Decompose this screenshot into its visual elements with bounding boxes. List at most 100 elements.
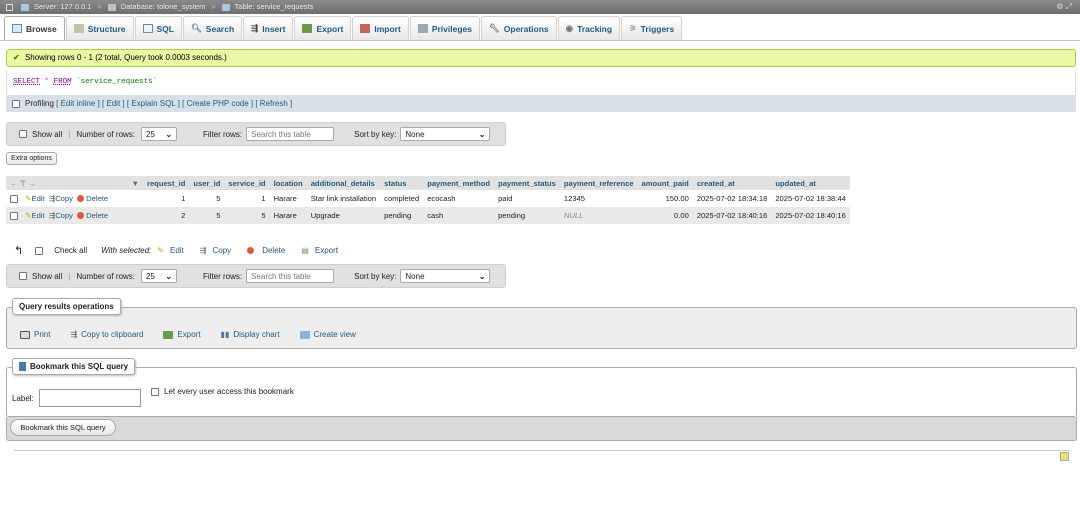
column-header[interactable]: payment_method [423, 176, 495, 190]
filter-input[interactable]: Search this table [246, 269, 335, 283]
column-header[interactable]: status [380, 176, 424, 190]
column-arrows[interactable]: ← ⊤ → ▼ [6, 176, 143, 190]
copy-clipboard-button[interactable]: ⇶ Copy to clipboard [70, 330, 143, 339]
create-view-button[interactable]: Create view [299, 330, 356, 339]
tab-browse[interactable]: Browse [4, 16, 65, 40]
check-all-label[interactable]: Check all [54, 246, 87, 255]
tab-export[interactable]: Export [294, 16, 352, 40]
copy-selected-button[interactable]: Copy [213, 246, 232, 255]
tab-triggers[interactable]: ⚞ Triggers [621, 16, 683, 40]
edit-selected-button[interactable]: Edit [170, 246, 184, 255]
cell[interactable]: Star link installation [306, 190, 381, 207]
row-checkbox[interactable] [10, 212, 18, 220]
cell[interactable]: Upgrade [306, 207, 381, 224]
tab-import[interactable]: Import [352, 16, 409, 40]
print-button[interactable]: Print [20, 330, 50, 339]
cell[interactable]: 12345 [559, 190, 638, 207]
profiling-checkbox[interactable] [12, 99, 20, 108]
cell[interactable]: cash [423, 207, 495, 224]
breadcrumb-server[interactable]: Server: 127.0.0.1 [34, 0, 92, 14]
cell[interactable]: pending [494, 207, 560, 224]
nav-row-top: Show all | Number of rows: 25 ⌄ Filter ro… [6, 122, 506, 146]
bookmark-submit-button[interactable]: Bookmark this SQL query [10, 419, 116, 436]
column-header[interactable]: amount_paid [637, 176, 693, 190]
cell[interactable]: paid [494, 190, 560, 207]
sql-table: `service_requests` [76, 78, 158, 86]
delete-selected-button[interactable]: Delete [262, 246, 285, 255]
filter-input[interactable]: Search this table [246, 127, 335, 141]
edit-link[interactable]: Edit [32, 211, 45, 220]
check-all-checkbox[interactable] [35, 246, 44, 255]
tab-structure[interactable]: Structure [65, 16, 134, 40]
show-all-checkbox[interactable] [19, 272, 27, 280]
tab-label: Triggers [640, 23, 675, 34]
settings-icon[interactable]: ⚙ ⤢ [1056, 0, 1072, 14]
cell[interactable]: completed [380, 190, 424, 207]
show-all-checkbox[interactable] [19, 130, 27, 138]
row-actions: ✎Edit ⇶Copy Delete [6, 190, 143, 207]
cell[interactable]: 5 [189, 207, 225, 224]
breadcrumb-table[interactable]: Table: service_requests [235, 0, 314, 14]
cell[interactable]: 2025-07-02 18:34:18 [692, 190, 772, 207]
export-selected-button[interactable]: Export [315, 246, 338, 255]
edit-link[interactable]: Edit [32, 194, 45, 203]
with-selected-label: With selected: [101, 246, 152, 255]
tab-operations[interactable]: 🔧︎ Operations [480, 16, 557, 40]
delete-link[interactable]: Delete [86, 211, 108, 220]
column-header[interactable]: user_id [189, 176, 225, 190]
display-chart-button[interactable]: ▮▮ Display chart [221, 330, 280, 339]
cell[interactable]: NULL [559, 207, 638, 224]
copy-link[interactable]: Copy [55, 194, 73, 203]
rows-value: 25 [146, 271, 155, 281]
sort-select[interactable]: None ⌄ [400, 127, 491, 141]
cell[interactable]: 5 [224, 207, 270, 224]
bookmark-label-input[interactable] [39, 389, 141, 407]
tab-search[interactable]: 🔍︎ Search [183, 16, 243, 40]
column-header[interactable]: payment_reference [559, 176, 638, 190]
column-header[interactable]: request_id [143, 176, 190, 190]
rows-select[interactable]: 25 ⌄ [141, 127, 178, 141]
column-header[interactable]: location [269, 176, 307, 190]
cell[interactable]: 5 [189, 190, 225, 207]
sort-select[interactable]: None ⌄ [400, 269, 491, 283]
profiling-links[interactable]: [ Edit inline ] [ Edit ] [ Explain SQL ]… [56, 95, 292, 112]
sql-from[interactable]: FROM [54, 78, 72, 86]
extra-options-button[interactable]: Extra options [6, 152, 57, 165]
column-header[interactable]: payment_status [494, 176, 560, 190]
cell[interactable]: 2025-07-02 18:38:44 [771, 190, 850, 207]
sql-select[interactable]: SELECT [13, 78, 40, 86]
create-view-label: Create view [313, 330, 356, 339]
cell[interactable]: ecocash [423, 190, 495, 207]
rows-select[interactable]: 25 ⌄ [141, 269, 178, 283]
cell[interactable]: 1 [143, 190, 190, 207]
tab-tracking[interactable]: ◉ Tracking [557, 16, 621, 40]
share-bookmark-checkbox[interactable] [151, 387, 159, 396]
column-header[interactable]: additional_details [306, 176, 381, 190]
delete-link[interactable]: Delete [86, 194, 108, 203]
column-header[interactable]: updated_at [771, 176, 850, 190]
cell[interactable]: 150.00 [637, 190, 693, 207]
cell[interactable]: Harare [269, 207, 307, 224]
cell[interactable]: 0.00 [637, 207, 693, 224]
delete-icon [247, 247, 255, 254]
cell[interactable]: 2025-07-02 18:40:16 [692, 207, 772, 224]
breadcrumb-database[interactable]: Database: tolone_system [121, 0, 206, 14]
row-checkbox[interactable] [10, 195, 18, 203]
copy-link[interactable]: Copy [55, 211, 73, 220]
tab-insert[interactable]: ⇶ Insert [243, 16, 294, 40]
cell[interactable]: 1 [224, 190, 270, 207]
breadcrumb: Server: 127.0.0.1 » Database: tolone_sys… [0, 0, 1080, 14]
cell[interactable]: pending [380, 207, 424, 224]
console-icon[interactable] [1060, 452, 1069, 461]
cell[interactable]: 2025-07-02 18:40:16 [771, 207, 850, 224]
column-header[interactable]: created_at [692, 176, 772, 190]
cell[interactable]: 2 [143, 207, 190, 224]
tab-label: Browse [26, 23, 57, 34]
export-button[interactable]: Export [163, 330, 201, 339]
column-header[interactable]: service_id [224, 176, 270, 190]
pencil-icon: ✎ [157, 246, 164, 255]
tab-sql[interactable]: SQL [134, 16, 182, 40]
tab-privileges[interactable]: Privileges [409, 16, 480, 40]
collapse-icon[interactable] [6, 3, 13, 11]
cell[interactable]: Harare [269, 190, 307, 207]
